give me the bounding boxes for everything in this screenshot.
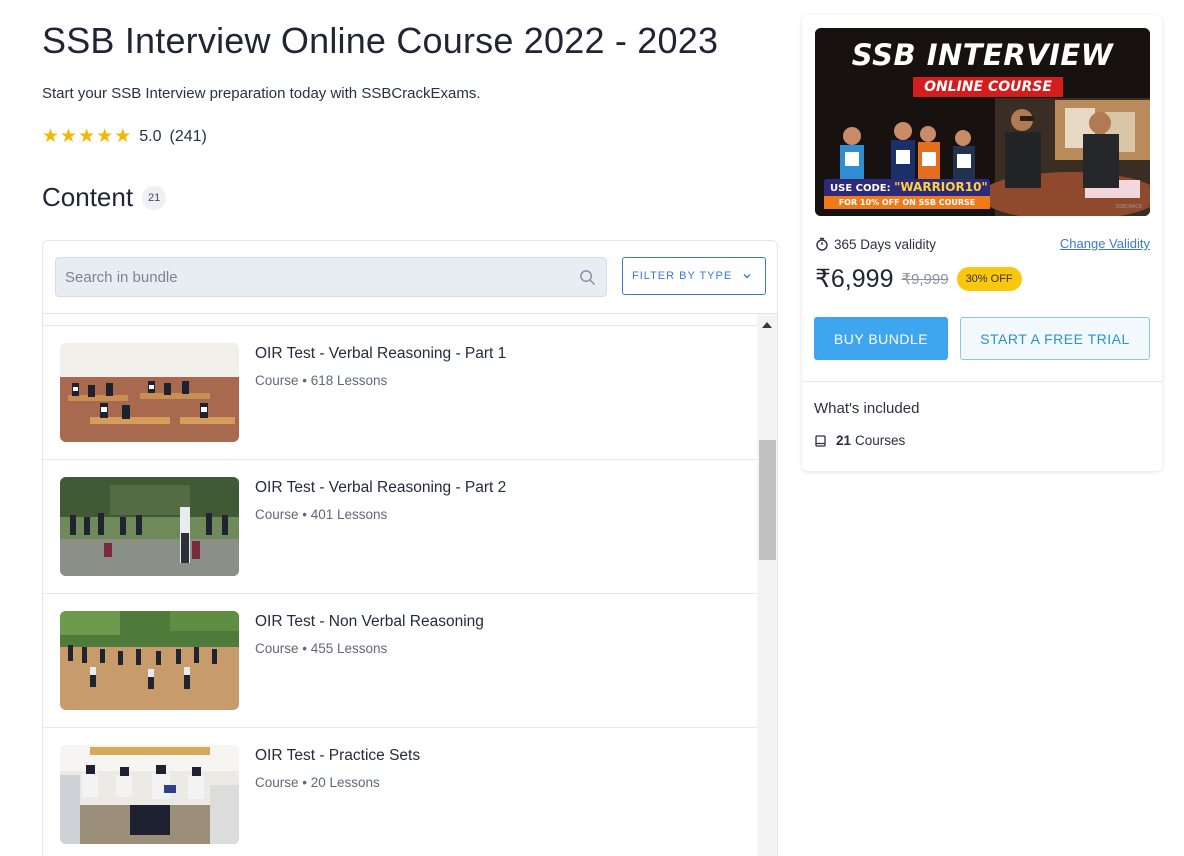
price-row: ₹6,999 ₹9,999 30% OFF [815, 263, 1022, 295]
search-icon[interactable] [579, 269, 596, 286]
banner-code-prefix: USE CODE: [830, 183, 895, 194]
course-meta: Course • 455 Lessons [255, 641, 388, 656]
star-icon: ★ [114, 126, 132, 147]
included-courses-count: 21 [836, 433, 852, 448]
list-item[interactable]: OIR Test - Verbal Reasoning - Part 1 Cou… [43, 325, 757, 459]
content-count-badge: 21 [142, 185, 167, 210]
rating-count: (241) [169, 128, 207, 145]
chevron-down-icon [743, 274, 751, 279]
star-icon: ★ [60, 126, 78, 147]
course-thumbnail [60, 343, 239, 442]
course-title: OIR Test - Non Verbal Reasoning [255, 613, 484, 630]
bundle-content-panel: FILTER BY TYPE [42, 240, 778, 856]
banner-title: SSB INTERVIEW [851, 38, 1114, 72]
course-thumbnail [60, 611, 239, 710]
content-title: Content [42, 182, 134, 212]
validity-row: 365 Days validity Change Validity [815, 235, 1150, 253]
search-box [55, 257, 607, 297]
banner-ribbon: ONLINE COURSE [913, 77, 1063, 97]
course-thumbnail [60, 477, 239, 576]
content-heading: Content 21 [42, 182, 167, 213]
banner-code: USE CODE: "WARRIOR10" [824, 179, 990, 196]
purchase-card: SSB INTERVIEW ONLINE COURSE USE CODE: "W… [802, 15, 1162, 471]
buy-bundle-button[interactable]: BUY BUNDLE [814, 317, 948, 360]
list-scrollbar[interactable] [757, 314, 777, 856]
included-courses-label: Courses [855, 433, 906, 448]
search-input[interactable] [56, 258, 576, 296]
filter-by-type-dropdown[interactable]: FILTER BY TYPE [622, 257, 766, 295]
card-divider [802, 381, 1162, 382]
discount-badge: 30% OFF [956, 267, 1022, 291]
course-title: OIR Test - Verbal Reasoning - Part 1 [255, 345, 507, 362]
rating-stars: ★ ★ ★ ★ ★ [42, 127, 131, 147]
course-meta: Course • 20 Lessons [255, 775, 380, 790]
star-icon: ★ [42, 126, 60, 147]
rating-row: ★ ★ ★ ★ ★ 5.0 (241) [42, 127, 207, 147]
course-thumbnail [60, 745, 239, 844]
banner-offer: FOR 10% OFF ON SSB COURSE [824, 196, 990, 209]
course-meta: Course • 401 Lessons [255, 507, 388, 522]
current-price: ₹6,999 [815, 265, 894, 293]
change-validity-link[interactable]: Change Validity [1060, 236, 1150, 251]
banner-code-value: "WARRIOR10" [894, 180, 988, 194]
banner-brand: SSBCRACK [1115, 204, 1142, 210]
original-price: ₹9,999 [901, 271, 949, 288]
start-free-trial-button[interactable]: START A FREE TRIAL [960, 317, 1150, 360]
list-item[interactable]: OIR Test - Verbal Reasoning - Part 2 Cou… [43, 459, 757, 593]
star-icon: ★ [78, 126, 96, 147]
filter-label: FILTER BY TYPE [632, 270, 733, 282]
validity-text: 365 Days validity [834, 236, 937, 252]
page-title: SSB Interview Online Course 2022 - 2023 [42, 20, 719, 61]
course-meta: Course • 618 Lessons [255, 373, 388, 388]
scroll-up-arrow[interactable] [762, 322, 772, 328]
list-item[interactable]: OIR Test - Practice Sets Course • 20 Les… [43, 727, 757, 856]
course-title: OIR Test - Verbal Reasoning - Part 2 [255, 479, 507, 496]
course-banner: SSB INTERVIEW ONLINE COURSE USE CODE: "W… [815, 28, 1150, 216]
whats-included-title: What's included [814, 400, 920, 417]
included-courses-row: 21 Courses [815, 433, 905, 448]
list-item[interactable]: OIR Test - Non Verbal Reasoning Course •… [43, 593, 757, 727]
book-icon [815, 434, 826, 447]
bundle-list-items: OIR Test - Verbal Reasoning - Part 1 Cou… [43, 325, 757, 856]
timer-icon [816, 237, 828, 251]
scrollbar-thumb[interactable] [759, 440, 776, 560]
course-title: OIR Test - Practice Sets [255, 747, 421, 764]
star-icon: ★ [96, 126, 114, 147]
page-subtitle: Start your SSB Interview preparation tod… [42, 85, 481, 102]
bundle-list: OIR Test - Verbal Reasoning - Part 1 Cou… [43, 313, 777, 856]
rating-value: 5.0 [139, 128, 162, 145]
